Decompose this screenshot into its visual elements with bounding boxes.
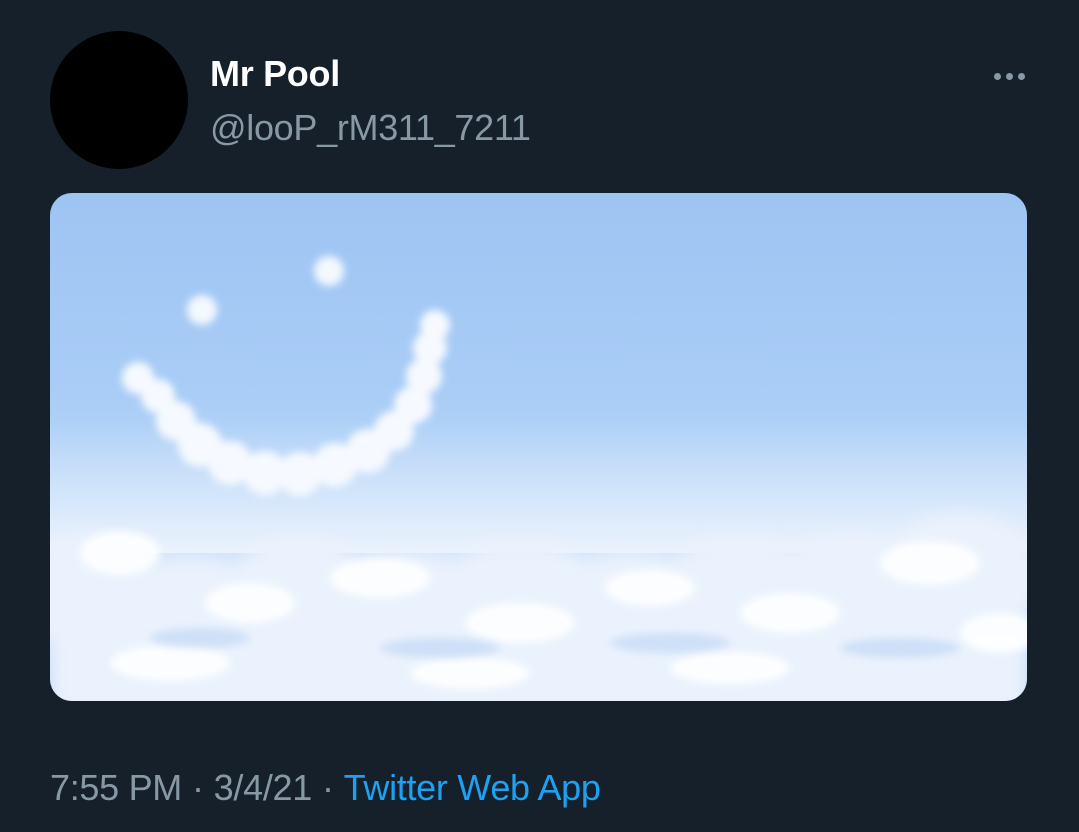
tweet-date[interactable]: 3/4/21 — [214, 767, 313, 808]
user-handle[interactable]: @looP_rM311_7211 — [210, 106, 531, 150]
tweet-card: Mr Pool @looP_rM311_7211 7:55 PM · 3/4/2… — [0, 0, 1079, 832]
more-dot — [1017, 72, 1025, 80]
display-name[interactable]: Mr Pool — [210, 52, 340, 96]
meta-separator: · — [321, 767, 334, 808]
more-dot — [1005, 72, 1013, 80]
meta-separator: · — [191, 767, 204, 808]
avatar[interactable] — [50, 31, 188, 169]
more-dot — [993, 72, 1001, 80]
tweet-source-link[interactable]: Twitter Web App — [344, 767, 601, 808]
tweet-meta: 7:55 PM · 3/4/21 · Twitter Web App — [50, 764, 601, 812]
tweet-time[interactable]: 7:55 PM — [50, 767, 182, 808]
cloud-smiley-image — [50, 256, 1027, 701]
tweet-image[interactable] — [50, 193, 1027, 701]
more-options-icon[interactable] — [987, 64, 1031, 88]
